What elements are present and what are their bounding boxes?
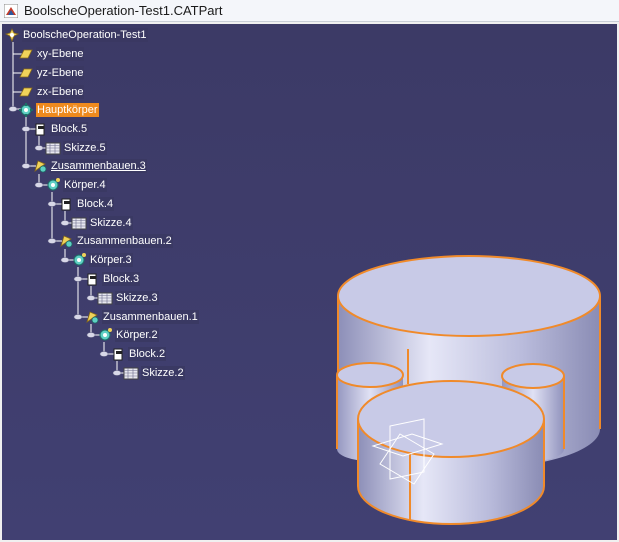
- window-title: BoolscheOperation-Test1.CATPart: [24, 3, 223, 18]
- 3d-viewport[interactable]: BoolscheOperation-Test1 xy-Ebene yz-Eben…: [2, 24, 617, 540]
- front-cylinder-top: [357, 380, 545, 458]
- small-left-cylinder-top: [336, 362, 404, 388]
- catpart-file-icon: [4, 4, 18, 18]
- catia-window: BoolscheOperation-Test1.CATPart Boolsche…: [0, 0, 619, 542]
- title-bar[interactable]: BoolscheOperation-Test1.CATPart: [0, 0, 619, 22]
- small-right-cylinder-top: [501, 363, 565, 389]
- large-cylinder-top: [337, 255, 601, 337]
- 3d-part-model[interactable]: [2, 24, 617, 540]
